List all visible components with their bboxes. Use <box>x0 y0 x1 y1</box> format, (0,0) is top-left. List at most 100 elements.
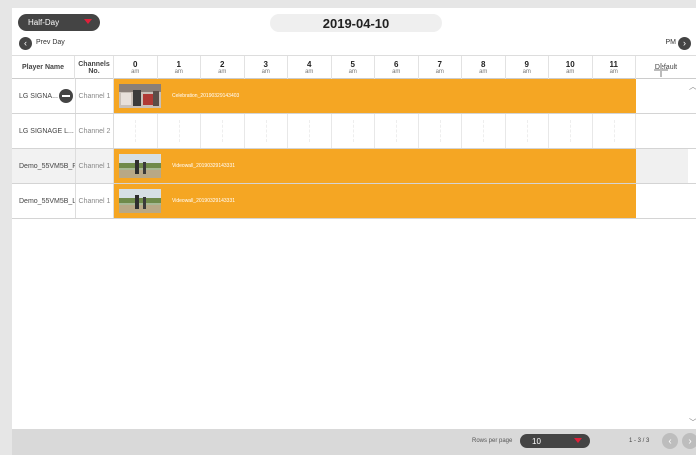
hour-header: 0 am <box>114 56 158 79</box>
hour-ampm: am <box>131 69 140 75</box>
chevron-right-icon: › <box>683 38 686 48</box>
add-icon[interactable] <box>654 63 668 77</box>
prev-day-label[interactable]: Prev Day <box>36 39 65 46</box>
period-label[interactable]: PM <box>666 39 677 46</box>
day-navigation: ‹ Prev Day PM › <box>12 36 696 52</box>
channel-number: Channel 1 <box>75 149 114 183</box>
rows-per-page-label: Rows per page <box>472 438 513 444</box>
default-cell[interactable] <box>636 149 688 183</box>
schedule-bar[interactable]: Videowall_20190329143331 <box>114 149 636 183</box>
time-slot[interactable] <box>375 114 419 148</box>
next-page-button[interactable]: › <box>682 433 696 449</box>
hour-number: 1 <box>176 60 181 69</box>
hour-header: 8 am <box>462 56 506 79</box>
time-slot[interactable] <box>288 114 332 148</box>
channel-number: Channel 1 <box>75 184 114 218</box>
hour-header: 2 am <box>201 56 245 79</box>
time-slot[interactable] <box>506 114 549 148</box>
time-slot[interactable] <box>549 114 593 148</box>
hour-number: 7 <box>437 60 442 69</box>
hour-number: 6 <box>394 60 399 69</box>
content-thumbnail <box>119 84 161 108</box>
table-row[interactable]: LG SIGNA... Channel 1 Celebration_201903… <box>12 79 696 114</box>
table-row[interactable]: Demo_55VM5B_L Channel 1 Videowall_201903… <box>12 184 696 219</box>
player-name: Demo_55VM5B_L <box>19 197 77 205</box>
schedule-panel: Half-Day 2019-04-10 ‹ Prev Day PM › Play… <box>12 8 696 429</box>
time-slot[interactable] <box>158 114 201 148</box>
pagination-bar: Rows per page 10 1 - 3 / 3 ‹ › <box>12 429 696 455</box>
chevron-right-icon: › <box>688 435 692 447</box>
player-name-header: Player Name <box>12 56 75 79</box>
hour-ampm: am <box>305 69 314 75</box>
prev-day-button[interactable]: ‹ <box>19 37 32 50</box>
dropdown-arrow-icon <box>84 19 92 24</box>
content-thumbnail <box>119 154 161 178</box>
channel-header: Channels No. <box>75 56 114 79</box>
prev-page-button[interactable]: ‹ <box>662 433 678 449</box>
hour-number: 11 <box>609 60 618 69</box>
top-bar: Half-Day 2019-04-10 <box>12 8 696 34</box>
hour-ampm: am <box>609 69 618 75</box>
time-slot[interactable] <box>419 114 462 148</box>
view-mode-select[interactable]: Half-Day <box>18 14 100 31</box>
view-mode-value: Half-Day <box>28 18 60 27</box>
remove-icon[interactable] <box>59 89 73 103</box>
time-slot[interactable] <box>245 114 288 148</box>
channel-number: Channel 1 <box>75 79 114 113</box>
hour-header: 6 am <box>375 56 419 79</box>
content-name: Videowall_20190329143331 <box>172 163 236 169</box>
dropdown-arrow-icon <box>574 438 582 443</box>
time-slot[interactable] <box>332 114 375 148</box>
table-row[interactable]: LG SIGNAGE L... Channel 2 <box>12 114 696 149</box>
schedule-bar[interactable]: Celebration_20190329143403 <box>114 79 636 113</box>
hour-number: 10 <box>565 60 575 69</box>
hour-header: 9 am <box>506 56 549 79</box>
chevron-left-icon: ‹ <box>668 435 672 447</box>
current-date[interactable]: 2019-04-10 <box>270 14 442 32</box>
hour-header: 5 am <box>332 56 375 79</box>
default-cell[interactable] <box>636 79 688 113</box>
hour-number: 3 <box>263 60 268 69</box>
scroll-up-icon[interactable]: ︿ <box>689 81 696 92</box>
content-thumbnail <box>119 189 161 213</box>
content-name: Videowall_20190329143331 <box>172 198 236 204</box>
schedule-bar[interactable]: Videowall_20190329143331 <box>114 184 636 218</box>
hour-ampm: am <box>261 69 270 75</box>
next-period-button[interactable]: › <box>678 37 691 50</box>
player-name: Demo_55VM5B_R <box>12 149 77 183</box>
hour-ampm: am <box>566 69 575 75</box>
table-row[interactable]: Demo_55VM5B_R Channel 1 Videowall_201903… <box>12 149 696 184</box>
time-slot[interactable] <box>114 114 158 148</box>
hour-number: 9 <box>524 60 529 69</box>
channel-number: Channel 2 <box>75 114 114 148</box>
hour-number: 8 <box>481 60 486 69</box>
hour-header: 7 am <box>419 56 462 79</box>
chevron-left-icon: ‹ <box>24 38 27 48</box>
player-name-header-label: Player Name <box>21 64 65 71</box>
hour-header: 3 am <box>245 56 288 79</box>
hour-ampm: am <box>522 69 531 75</box>
channel-header-line1: Channels <box>78 60 110 68</box>
time-slot[interactable] <box>462 114 506 148</box>
time-slot[interactable] <box>201 114 245 148</box>
default-cell[interactable] <box>636 184 688 218</box>
scroll-down-icon[interactable]: ﹀ <box>689 417 696 428</box>
hour-ampm: am <box>392 69 401 75</box>
player-name: LG SIGNAGE L... <box>19 127 74 135</box>
hour-number: 2 <box>220 60 225 69</box>
hour-header: 4 am <box>288 56 332 79</box>
hour-number: 4 <box>307 60 312 69</box>
content-name: Celebration_20190329143403 <box>172 93 240 99</box>
channel-header-line2: No. <box>88 67 100 75</box>
rows-per-page-value: 10 <box>532 436 541 446</box>
time-slot[interactable] <box>593 114 636 148</box>
hour-number: 0 <box>133 60 138 69</box>
empty-schedule[interactable] <box>114 114 636 148</box>
hour-ampm: am <box>174 69 183 75</box>
hour-ampm: am <box>435 69 444 75</box>
hour-number: 5 <box>350 60 355 69</box>
hour-ampm: am <box>218 69 227 75</box>
grid-header: Player Name Channels No. 0 am 1 am 2 am … <box>12 55 696 79</box>
hour-header: 10 am <box>549 56 593 79</box>
rows-per-page-select[interactable]: 10 <box>520 434 590 448</box>
